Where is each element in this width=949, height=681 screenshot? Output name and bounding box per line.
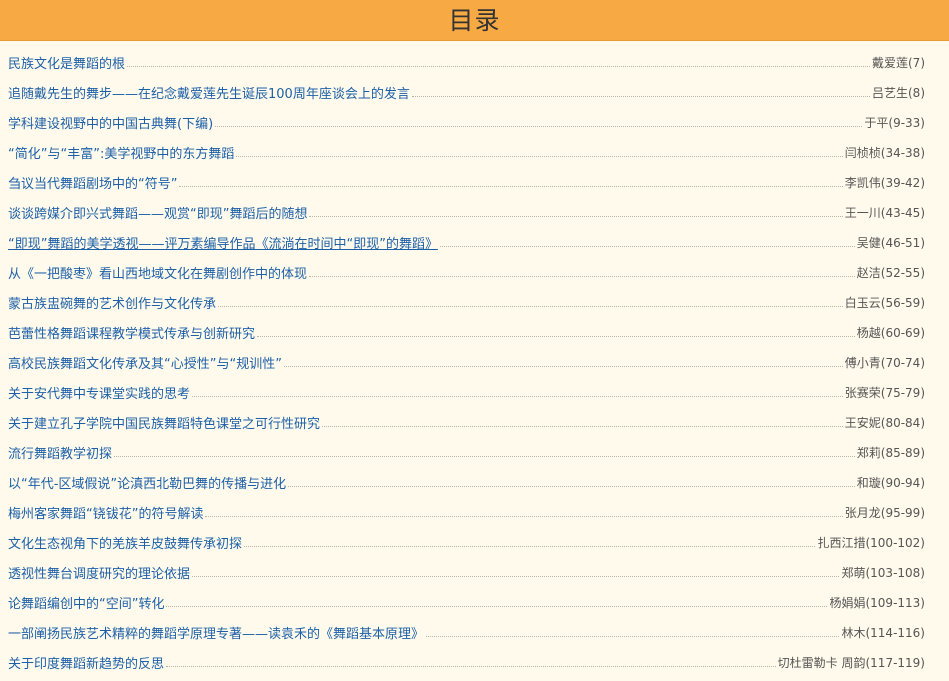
- article-title-link[interactable]: “简化”与“丰富”:美学视野中的东方舞蹈: [8, 143, 234, 162]
- author-pages: 郑萌(103-108): [841, 565, 925, 580]
- toc-entry: 文化生态视角下的羌族羊皮鼓舞传承初探 扎西江措(100-102): [8, 527, 925, 557]
- article-title-link[interactable]: “即现”舞蹈的美学透视——评万素编导作品《流淌在时间中“即现”的舞蹈》: [8, 233, 438, 252]
- article-title-link[interactable]: 关于建立孔子学院中国民族舞蹈特色课堂之可行性研究: [8, 413, 320, 432]
- article-title-link[interactable]: 流行舞蹈教学初探: [8, 443, 112, 462]
- author-pages: 白玉云(56-59): [844, 295, 925, 310]
- dot-leader: [257, 335, 855, 337]
- author-pages: 郑莉(85-89): [856, 445, 925, 460]
- dot-leader: [322, 425, 843, 427]
- toc-entry: 从《一把酸枣》看山西地域文化在舞剧创作中的体现 赵洁(52-55): [8, 257, 925, 287]
- article-title-link[interactable]: 蒙古族盅碗舞的艺术创作与文化传承: [8, 293, 216, 312]
- author-pages: 张赛荣(75-79): [844, 385, 925, 400]
- article-title-link[interactable]: 梅州客家舞蹈“铙钹花”的符号解读: [8, 503, 203, 522]
- dot-leader: [127, 65, 870, 67]
- toc-entry: 一部阐扬民族艺术精粹的舞蹈学原理专著——读袁禾的《舞蹈基本原理》 林木(114-1…: [8, 617, 925, 647]
- toc-entry: 流行舞蹈教学初探 郑莉(85-89): [8, 437, 925, 467]
- toc-entry: 学科建设视野中的中国古典舞(下编) 于平(9-33): [8, 107, 925, 137]
- author-pages: 吴健(46-51): [856, 235, 925, 250]
- toc-entry: 梅州客家舞蹈“铙钹花”的符号解读 张月龙(95-99): [8, 497, 925, 527]
- dot-leader: [309, 215, 843, 217]
- toc-entry: 关于安代舞中专课堂实践的思考 张赛荣(75-79): [8, 377, 925, 407]
- toc-entry: “即现”舞蹈的美学透视——评万素编导作品《流淌在时间中“即现”的舞蹈》 吴健(46…: [8, 227, 925, 257]
- toc-entry: 高校民族舞蹈文化传承及其“心授性”与“规训性” 傅小青(70-74): [8, 347, 925, 377]
- dot-leader: [426, 635, 840, 637]
- article-title-link[interactable]: 高校民族舞蹈文化传承及其“心授性”与“规训性”: [8, 353, 282, 372]
- dot-leader: [192, 395, 843, 397]
- toc-entry: 蒙古族盅碗舞的艺术创作与文化传承 白玉云(56-59): [8, 287, 925, 317]
- toc-entry: 透视性舞台调度研究的理论依据 郑萌(103-108): [8, 557, 925, 587]
- article-title-link[interactable]: 透视性舞台调度研究的理论依据: [8, 563, 190, 582]
- article-title-link[interactable]: 刍议当代舞蹈剧场中的“符号”: [8, 173, 177, 192]
- article-title-link[interactable]: 一部阐扬民族艺术精粹的舞蹈学原理专著——读袁禾的《舞蹈基本原理》: [8, 623, 424, 642]
- article-title-link[interactable]: 学科建设视野中的中国古典舞(下编): [8, 113, 213, 132]
- toc-entry: 芭蕾性格舞蹈课程教学模式传承与创新研究 杨越(60-69): [8, 317, 925, 347]
- table-of-contents: 民族文化是舞蹈的根 戴爱莲(7) 追随戴先生的舞步——在纪念戴爱莲先生诞辰100周年…: [0, 41, 949, 677]
- article-title-link[interactable]: 文化生态视角下的羌族羊皮鼓舞传承初探: [8, 533, 242, 552]
- dot-leader: [288, 485, 855, 487]
- toc-entry: 以“年代-区域假说”论滇西北勒巴舞的传播与进化 和璇(90-94): [8, 467, 925, 497]
- toc-entry: 论舞蹈编创中的“空间”转化 杨娟娟(109-113): [8, 587, 925, 617]
- article-title-link[interactable]: 关于安代舞中专课堂实践的思考: [8, 383, 190, 402]
- dot-leader: [205, 515, 843, 517]
- article-title-link[interactable]: 谈谈跨媒介即兴式舞蹈——观赏“即现”舞蹈后的随想: [8, 203, 307, 222]
- page-title: 目录: [448, 5, 501, 35]
- author-pages: 王安妮(80-84): [844, 415, 925, 430]
- toc-entry: 谈谈跨媒介即兴式舞蹈——观赏“即现”舞蹈后的随想 王一川(43-45): [8, 197, 925, 227]
- author-pages: 李凯伟(39-42): [844, 175, 925, 190]
- author-pages: 扎西江措(100-102): [817, 535, 925, 550]
- toc-entry: 追随戴先生的舞步——在纪念戴爱莲先生诞辰100周年座谈会上的发言 吕艺生(8): [8, 77, 925, 107]
- toc-entry: 民族文化是舞蹈的根 戴爱莲(7): [8, 47, 925, 77]
- dot-leader: [283, 365, 843, 367]
- author-pages: 赵洁(52-55): [856, 265, 925, 280]
- article-title-link[interactable]: 从《一把酸枣》看山西地域文化在舞剧创作中的体现: [8, 263, 307, 282]
- dot-leader: [215, 125, 863, 127]
- dot-leader: [244, 545, 816, 547]
- author-pages: 王一川(43-45): [844, 205, 925, 220]
- author-pages: 林木(114-116): [841, 625, 925, 640]
- dot-leader: [114, 455, 855, 457]
- author-pages: 张月龙(95-99): [844, 505, 925, 520]
- dot-leader: [192, 575, 840, 577]
- toc-entry: 关于印度舞蹈新趋势的反思 切杜雷勒卡 周韵(117-119): [8, 647, 925, 677]
- author-pages: 戴爱莲(7): [872, 55, 925, 70]
- author-pages: 于平(9-33): [864, 115, 925, 130]
- dot-leader: [166, 665, 776, 667]
- dot-leader: [411, 95, 870, 97]
- dot-leader: [236, 155, 843, 157]
- author-pages: 杨越(60-69): [856, 325, 925, 340]
- toc-entry: “简化”与“丰富”:美学视野中的东方舞蹈 闫桢桢(34-38): [8, 137, 925, 167]
- author-pages: 吕艺生(8): [872, 85, 925, 100]
- article-title-link[interactable]: 追随戴先生的舞步——在纪念戴爱莲先生诞辰100周年座谈会上的发言: [8, 83, 410, 102]
- toc-entry: 关于建立孔子学院中国民族舞蹈特色课堂之可行性研究 王安妮(80-84): [8, 407, 925, 437]
- dot-leader: [439, 245, 855, 247]
- author-pages: 切杜雷勒卡 周韵(117-119): [777, 655, 925, 670]
- dot-leader: [218, 305, 843, 307]
- article-title-link[interactable]: 芭蕾性格舞蹈课程教学模式传承与创新研究: [8, 323, 255, 342]
- article-title-link[interactable]: 论舞蹈编创中的“空间”转化: [8, 593, 164, 612]
- dot-leader: [309, 275, 855, 277]
- author-pages: 杨娟娟(109-113): [829, 595, 925, 610]
- article-title-link[interactable]: 关于印度舞蹈新趋势的反思: [8, 653, 164, 672]
- dot-leader: [179, 185, 843, 187]
- dot-leader: [166, 605, 828, 607]
- author-pages: 傅小青(70-74): [844, 355, 925, 370]
- article-title-link[interactable]: 民族文化是舞蹈的根: [8, 53, 125, 72]
- author-pages: 闫桢桢(34-38): [844, 145, 925, 160]
- toc-header: 目录: [0, 0, 949, 41]
- toc-entry: 刍议当代舞蹈剧场中的“符号” 李凯伟(39-42): [8, 167, 925, 197]
- article-title-link[interactable]: 以“年代-区域假说”论滇西北勒巴舞的传播与进化: [8, 473, 286, 492]
- author-pages: 和璇(90-94): [856, 475, 925, 490]
